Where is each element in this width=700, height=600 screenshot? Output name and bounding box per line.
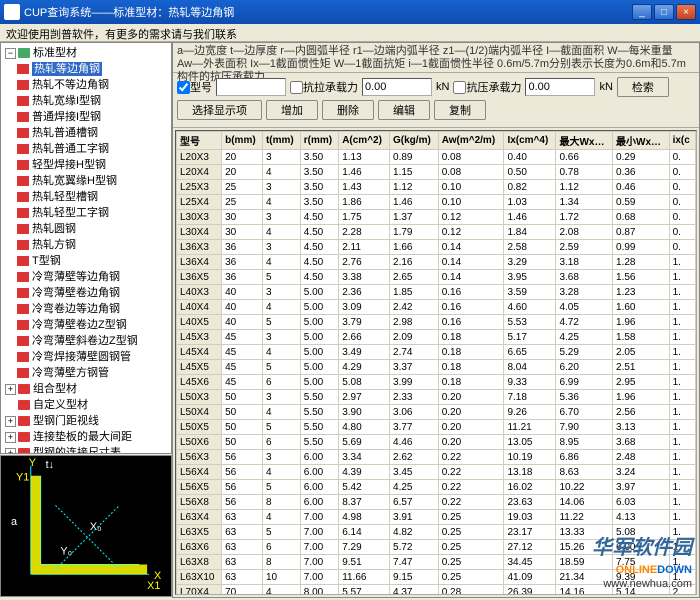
- column-header[interactable]: b(mm): [222, 132, 263, 150]
- close-button[interactable]: ×: [676, 4, 696, 20]
- table-row[interactable]: L56X55656.005.424.250.2216.0210.223.971.: [177, 480, 696, 495]
- tree-item[interactable]: 冷弯薄壁斜卷边Z型钢: [3, 333, 169, 349]
- table-row[interactable]: L45X34535.002.662.090.185.174.251.581.: [177, 330, 696, 345]
- search-button[interactable]: 检索: [617, 77, 669, 97]
- welcome-bar: 欢迎使用剀普软件，有更多的需求请与我们联系: [0, 24, 700, 42]
- tensile-checkbox[interactable]: 抗拉承载力: [290, 79, 358, 95]
- tree-item[interactable]: 冷弯薄壁卷边角钢: [3, 285, 169, 301]
- table-row[interactable]: L63X86387.009.517.470.2534.4518.597.751.: [177, 555, 696, 570]
- tree-item[interactable]: 普通焊接I型钢: [3, 109, 169, 125]
- copy-button[interactable]: 复制: [434, 100, 486, 120]
- tree-item[interactable]: 热轧普通工字钢: [3, 141, 169, 157]
- table-row[interactable]: L30X33034.501.751.370.121.461.720.680.: [177, 210, 696, 225]
- title-bar: CUP查询系统——标准型材：热轧等边角钢 _ □ ×: [0, 0, 700, 24]
- table-row[interactable]: L25X32533.501.431.120.100.821.120.460.: [177, 180, 696, 195]
- column-header[interactable]: Ix(cm^4): [504, 132, 556, 150]
- table-row[interactable]: L40X54055.003.792.980.165.534.721.961.: [177, 315, 696, 330]
- add-button[interactable]: 增加: [266, 100, 318, 120]
- table-row[interactable]: L56X45646.004.393.450.2213.188.633.241.: [177, 465, 696, 480]
- tensile-input[interactable]: [362, 78, 432, 96]
- tree-item[interactable]: 热轧不等边角钢: [3, 77, 169, 93]
- tree-item[interactable]: 热轧等边角钢: [3, 61, 169, 77]
- table-row[interactable]: L50X45045.503.903.060.209.266.702.561.: [177, 405, 696, 420]
- tree-item[interactable]: +型钢门距视线: [3, 413, 169, 429]
- tree-item[interactable]: 冷弯薄壁方钢管: [3, 365, 169, 381]
- table-row[interactable]: L56X35636.003.342.620.2210.196.862.481.: [177, 450, 696, 465]
- legend-text: a—边宽度 t—边厚度 r—内圆弧半径 r1—边端内弧半径 z1—(1/2)端内…: [173, 43, 699, 73]
- edit-button[interactable]: 编辑: [378, 100, 430, 120]
- filter-controls: 型号 抗拉承载力 kN 抗压承载力 kN 检索 选择显示项 增加 删除 编辑 复…: [173, 73, 699, 128]
- tree-item[interactable]: 冷弯焊接薄壁圆钢管: [3, 349, 169, 365]
- svg-text:X₀: X₀: [90, 521, 102, 533]
- svg-text:t↓: t↓: [46, 459, 54, 471]
- table-row[interactable]: L50X35035.502.972.330.207.185.361.961.: [177, 390, 696, 405]
- table-row[interactable]: L20X32033.501.130.890.080.400.660.290.: [177, 150, 696, 165]
- table-row[interactable]: L36X33634.502.111.660.142.582.590.990.: [177, 240, 696, 255]
- column-header[interactable]: r(mm): [300, 132, 338, 150]
- tree-item[interactable]: +连接垫板的最大间距: [3, 429, 169, 445]
- tree-item[interactable]: 热轧圆钢: [3, 221, 169, 237]
- tree-item[interactable]: 热轧宽翼缘H型钢: [3, 173, 169, 189]
- model-checkbox[interactable]: 型号: [177, 79, 212, 95]
- column-header[interactable]: 型号: [177, 132, 222, 150]
- table-row[interactable]: L45X64565.005.083.990.189.336.992.951.: [177, 375, 696, 390]
- table-row[interactable]: L63X1063107.0011.669.150.2541.0921.349.3…: [177, 570, 696, 585]
- table-row[interactable]: L63X66367.007.295.720.2527.1215.266.001.: [177, 540, 696, 555]
- maximize-button[interactable]: □: [654, 4, 674, 20]
- table-row[interactable]: L36X43644.502.762.160.143.293.181.281.: [177, 255, 696, 270]
- table-row[interactable]: L45X54555.004.293.370.188.046.202.511.: [177, 360, 696, 375]
- tree-root[interactable]: − 标准型材: [3, 45, 169, 61]
- delete-button[interactable]: 删除: [322, 100, 374, 120]
- svg-text:Y: Y: [29, 457, 36, 469]
- app-icon: [4, 4, 20, 20]
- compress-checkbox[interactable]: 抗压承载力: [453, 79, 521, 95]
- tree-item[interactable]: +组合型材: [3, 381, 169, 397]
- table-row[interactable]: L25X42543.501.861.460.101.031.340.590.: [177, 195, 696, 210]
- model-input[interactable]: [216, 78, 286, 96]
- window-title: CUP查询系统——标准型材：热轧等边角钢: [24, 4, 234, 20]
- tree-item[interactable]: 热轧普通槽钢: [3, 125, 169, 141]
- column-header[interactable]: A(cm^2): [339, 132, 390, 150]
- table-row[interactable]: L40X44045.003.092.420.164.604.051.601.: [177, 300, 696, 315]
- table-row[interactable]: L63X46347.004.983.910.2519.0311.224.131.: [177, 510, 696, 525]
- column-header[interactable]: t(mm): [262, 132, 300, 150]
- table-row[interactable]: L56X85686.008.376.570.2223.6314.066.031.: [177, 495, 696, 510]
- data-grid[interactable]: 型号b(mm)t(mm)r(mm)A(cm^2)G(kg/m)Aw(m^2/m)…: [175, 130, 697, 595]
- tree-item[interactable]: 冷弯卷边等边角钢: [3, 301, 169, 317]
- svg-text:a: a: [11, 516, 18, 528]
- tree-item[interactable]: 热轧宽缘I型钢: [3, 93, 169, 109]
- column-header[interactable]: ix(c: [669, 132, 695, 150]
- svg-text:Y1: Y1: [16, 472, 29, 484]
- tree-item[interactable]: 自定义型材: [3, 397, 169, 413]
- table-row[interactable]: L40X34035.002.361.850.163.593.281.231.: [177, 285, 696, 300]
- column-header[interactable]: Aw(m^2/m): [438, 132, 504, 150]
- table-row[interactable]: L30X43044.502.281.790.121.842.080.870.: [177, 225, 696, 240]
- table-row[interactable]: L36X53654.503.382.650.143.953.681.561.: [177, 270, 696, 285]
- section-preview: Y1 Y t↓ a X X1 X₀ Y₀: [0, 455, 172, 597]
- tree-panel[interactable]: − 标准型材 热轧等边角钢热轧不等边角钢热轧宽缘I型钢普通焊接I型钢热轧普通槽钢…: [0, 42, 172, 454]
- table-row[interactable]: L63X56357.006.144.820.2523.1713.335.081.: [177, 525, 696, 540]
- table-row[interactable]: L45X44545.003.492.740.186.655.292.051.: [177, 345, 696, 360]
- column-header[interactable]: 最小Wx…: [613, 132, 670, 150]
- table-row[interactable]: L50X55055.504.803.770.2011.217.903.131.: [177, 420, 696, 435]
- table-row[interactable]: L70X47048.005.574.370.2826.3914.165.142.: [177, 585, 696, 596]
- tree-item[interactable]: 冷弯薄壁等边角钢: [3, 269, 169, 285]
- table-row[interactable]: L20X42043.501.461.150.080.500.780.360.: [177, 165, 696, 180]
- tree-item[interactable]: 冷弯薄壁卷边Z型钢: [3, 317, 169, 333]
- tree-item[interactable]: 轻型焊接H型钢: [3, 157, 169, 173]
- column-header[interactable]: 最大Wx…: [556, 132, 613, 150]
- column-header[interactable]: G(kg/m): [390, 132, 439, 150]
- tree-item[interactable]: 热轧轻型槽钢: [3, 189, 169, 205]
- tree-item[interactable]: T型钢: [3, 253, 169, 269]
- tree-item[interactable]: 热轧方钢: [3, 237, 169, 253]
- compress-input[interactable]: [525, 78, 595, 96]
- svg-text:X1: X1: [147, 580, 160, 592]
- tree-item[interactable]: 热轧轻型工字钢: [3, 205, 169, 221]
- minimize-button[interactable]: _: [632, 4, 652, 20]
- table-row[interactable]: L50X65065.505.694.460.2013.058.953.681.: [177, 435, 696, 450]
- svg-text:Y₀: Y₀: [60, 546, 72, 558]
- select-columns-button[interactable]: 选择显示项: [177, 100, 262, 120]
- tree-item[interactable]: +型钢的连接尺寸表: [3, 445, 169, 454]
